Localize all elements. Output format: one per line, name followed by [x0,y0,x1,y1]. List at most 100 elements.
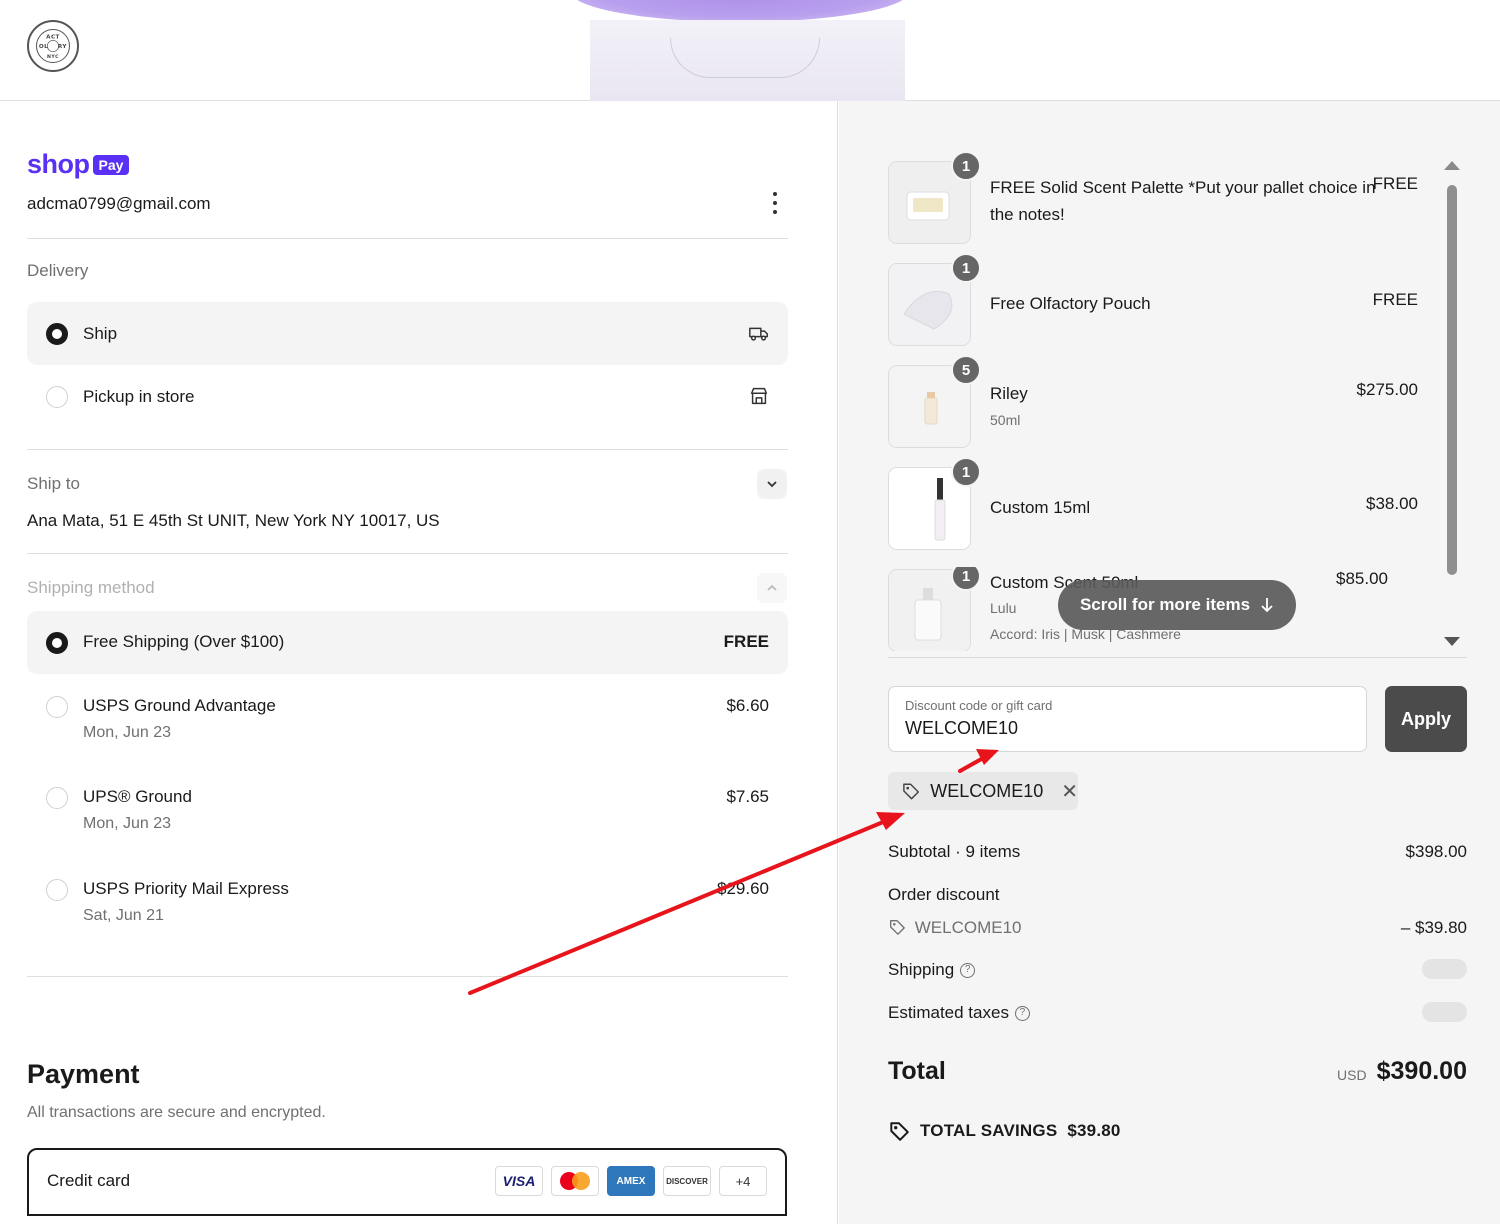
discount-field-label: Discount code or gift card [905,698,1053,713]
store-header: ACT OL RY NYC [0,0,1500,101]
shipping-method-toggle-button[interactable] [757,573,787,603]
divider [27,553,788,554]
help-icon[interactable]: ? [1014,1006,1030,1022]
shop-pay-word: shop [27,149,90,179]
store-logo[interactable]: ACT OL RY NYC [27,20,79,72]
quantity-badge: 1 [951,151,981,181]
shipping-radio[interactable] [46,787,68,809]
amex-icon: AMEX [607,1166,655,1196]
ship-to-address: Ana Mata, 51 E 45th St UNIT, New York NY… [27,511,440,530]
scroll-hint-label: Scroll for more items [1079,595,1251,614]
payment-subtitle: All transactions are secure and encrypte… [27,1104,326,1121]
pickup-label: Pickup in store [83,387,195,406]
remove-discount-icon[interactable]: ✕ [1061,779,1078,804]
shop-pay-logo: shop Pay [27,149,130,180]
svg-text:RY: RY [58,44,67,50]
arrow-down-icon [1261,598,1273,613]
total-label: Total [888,1057,946,1085]
line-item: 1 Free Olfactory Pouch FREE [888,253,1418,346]
discount-code-input[interactable]: Discount code or gift card WELCOME10 [888,686,1367,752]
mastercard-icon [551,1166,599,1196]
divider [27,449,788,450]
account-menu-icon[interactable] [768,189,782,217]
payment-title: Payment [27,1059,140,1089]
svg-text:ACT: ACT [46,34,60,40]
item-name: FREE Solid Scent Palette *Put your palle… [990,178,1376,224]
discount-field-value: WELCOME10 [905,718,1019,738]
item-name: Custom 15ml [990,498,1091,517]
more-cards-badge: +4 [719,1166,767,1196]
shipping-option-label: UPS® Ground [83,787,192,806]
total-value: $390.00 [1376,1057,1467,1085]
applied-code: WELCOME10 [930,780,1044,801]
checkout-form: shop Pay adcma0799@gmail.com Delivery Sh… [0,101,838,1224]
tag-icon [890,920,905,935]
shipping-option-label: USPS Ground Advantage [83,696,276,715]
order-discount-row: Order discount [888,885,1467,905]
taxes-row: Estimated taxes? [888,1002,1467,1023]
shipping-radio[interactable] [46,632,68,654]
scrollbar-thumb[interactable] [1447,185,1457,575]
card-brands: VISA AMEX DISCOVER +4 [495,1166,767,1196]
total-currency: USD [1337,1067,1367,1083]
total-savings: TOTAL SAVINGS $39.80 [888,1120,1121,1142]
shipping-value-placeholder [1422,959,1467,979]
shipping-method-label: Shipping method [27,578,155,597]
delivery-option-ship[interactable]: Ship [27,302,788,365]
shipping-row: Shipping? [888,959,1467,980]
order-discount-label: Order discount [888,885,1000,904]
delivery-option-pickup[interactable]: Pickup in store [27,365,788,428]
shipping-radio[interactable] [46,696,68,718]
quantity-badge: 1 [951,567,981,591]
divider [27,238,788,239]
svg-text:NYC: NYC [47,54,59,60]
subtotal-value: $398.00 [1405,842,1467,861]
quantity-badge: 5 [951,355,981,385]
item-price: $85.00 [1336,569,1388,588]
divider [27,976,788,977]
item-variant: 50ml [990,412,1021,428]
item-price: $275.00 [1356,380,1418,399]
truck-icon [749,327,768,341]
logo-mark: ACT OL RY NYC [36,29,70,63]
discount-code-row: WELCOME10 – $39.80 [888,918,1467,938]
pickup-radio[interactable] [46,386,68,408]
shipping-option-date: Mon, Jun 23 [83,724,172,741]
purple-tissue [570,0,910,22]
shipping-radio[interactable] [46,879,68,901]
ship-to-toggle-button[interactable] [757,469,787,499]
item-price: FREE [1372,290,1418,309]
shipping-option-price: FREE [723,632,769,651]
scroll-up-arrow[interactable] [1444,161,1460,170]
chevron-up-icon [767,584,777,591]
help-icon[interactable]: ? [960,963,976,979]
line-item: 1 Custom 15ml $38.00 [888,457,1418,550]
ship-to-label: Ship to [27,474,80,493]
shipping-option-price: $6.60 [726,696,769,715]
svg-text:OL: OL [39,44,48,50]
shipping-option-ups-ground[interactable]: UPS® Ground Mon, Jun 23 $7.65 [27,776,788,848]
apply-button[interactable]: Apply [1385,686,1467,752]
scroll-for-more-button[interactable]: Scroll for more items [1058,580,1296,630]
shipping-option-date: Sat, Jun 21 [83,907,164,924]
shipping-option-usps-ground[interactable]: USPS Ground Advantage Mon, Jun 23 $6.60 [27,686,788,758]
quantity-badge: 1 [951,457,981,487]
logo-ring-icon: ACT OL RY NYC [39,34,67,60]
delivery-label: Delivery [27,261,89,280]
discount-value: – $39.80 [1400,918,1467,937]
credit-card-option[interactable]: Credit card VISA AMEX DISCOVER +4 [27,1148,787,1216]
item-name: Free Olfactory Pouch [990,294,1151,313]
item-price: FREE [1372,174,1418,193]
savings-tag-icon [890,1122,909,1141]
divider [888,657,1467,658]
line-item: 1 FREE Solid Scent Palette *Put your pal… [888,151,1418,244]
items-scrollbar[interactable] [1444,161,1460,646]
ship-radio[interactable] [46,323,68,345]
shipping-option-usps-express[interactable]: USPS Priority Mail Express Sat, Jun 21 $… [27,868,788,940]
shipping-option-price: $29.60 [717,879,769,898]
scroll-down-arrow[interactable] [1444,637,1460,646]
chevron-down-icon [767,481,777,488]
shipping-option-price: $7.65 [726,787,769,806]
item-name: Riley [990,384,1028,403]
shipping-option-free[interactable]: Free Shipping (Over $100) FREE [27,611,788,674]
